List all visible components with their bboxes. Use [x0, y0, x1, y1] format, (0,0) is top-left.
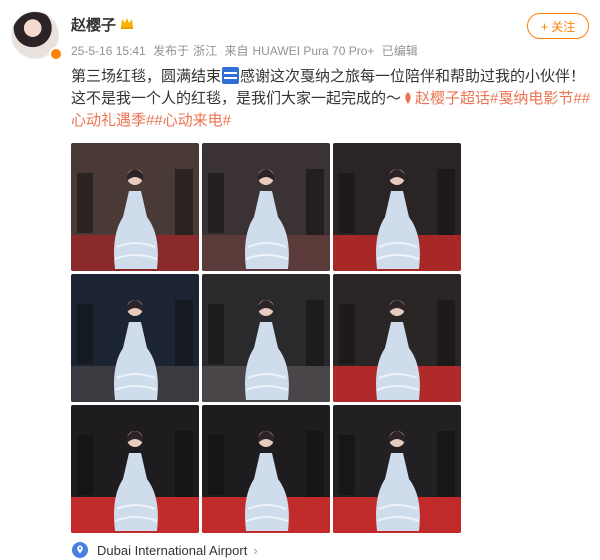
verified-badge-icon — [49, 47, 63, 61]
photo-6[interactable] — [333, 274, 461, 402]
photo-5[interactable] — [202, 274, 330, 402]
plus-icon: + — [540, 18, 549, 34]
hashtag-supertopic[interactable]: 赵樱子超话 — [415, 90, 490, 107]
photo-grid — [71, 143, 461, 533]
post-date[interactable]: 25-5-16 15:41 — [71, 44, 146, 58]
photo-3[interactable] — [333, 143, 461, 271]
photo-4[interactable] — [71, 274, 199, 402]
location-pin-icon — [72, 542, 88, 558]
photo-2[interactable] — [202, 143, 330, 271]
edited-label: 已编辑 — [381, 44, 418, 58]
post-device: HUAWEI Pura 70 Pro+ — [252, 44, 375, 58]
location-tag[interactable]: Dubai International Airport › — [72, 540, 258, 560]
hashtag-cannes[interactable]: #戛纳电影节# — [490, 90, 582, 107]
chevron-right-icon: › — [253, 542, 258, 558]
location-name: Dubai International Airport — [97, 542, 248, 558]
photo-9[interactable] — [333, 405, 461, 533]
photo-7[interactable] — [71, 405, 199, 533]
follow-button[interactable]: + 关注 — [527, 13, 589, 39]
post-province: 浙江 — [193, 44, 218, 58]
end-emoji-icon — [222, 67, 240, 84]
photo-8[interactable] — [202, 405, 330, 533]
crown-icon — [121, 18, 133, 29]
supertopic-icon — [405, 92, 411, 104]
post-meta: 25-5-16 15:41 发布于 浙江 来自 HUAWEI Pura 70 Pro… — [71, 44, 418, 58]
photo-1[interactable] — [71, 143, 199, 271]
post-text: 第三场红毯，圆满结束 感谢这次戛纳之旅每一位陪伴和帮助过我的小伙伴！这不是我一个人… — [71, 67, 591, 129]
username[interactable]: 赵樱子 — [71, 14, 116, 35]
hashtag-xindong-laidian[interactable]: #心动来电# — [154, 112, 231, 129]
